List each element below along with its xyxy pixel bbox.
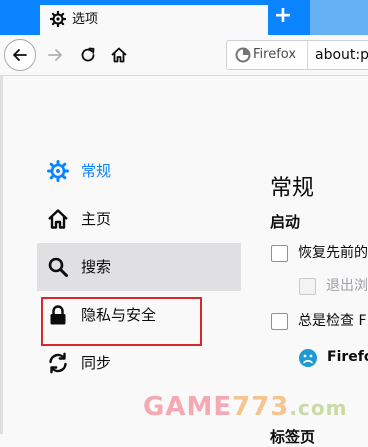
watermark-text-c: .com: [289, 396, 348, 420]
nav-bar: Firefox about:pr: [0, 35, 368, 76]
tab-strip-spacer: [0, 0, 40, 35]
gear-icon: [47, 160, 69, 182]
sad-face-icon: [299, 349, 317, 367]
warn-on-quit-checkbox[interactable]: [299, 278, 316, 295]
gear-icon: [50, 11, 66, 27]
page-title: 常规: [270, 175, 315, 201]
sidebar-item-general[interactable]: 常规: [37, 147, 241, 195]
firefox-logo-icon: [235, 47, 251, 63]
restore-session-checkbox[interactable]: [271, 245, 288, 262]
always-check-default-checkbox[interactable]: [271, 313, 288, 330]
home-button[interactable]: [110, 46, 128, 64]
url-bar[interactable]: Firefox about:pr: [226, 40, 368, 70]
sidebar-item-search[interactable]: 搜索: [37, 243, 241, 291]
warn-on-quit-label[interactable]: 退出浏: [326, 277, 368, 295]
identity-label: Firefox: [253, 47, 297, 62]
restore-session-label[interactable]: 恢复先前的: [298, 244, 368, 262]
identity-box[interactable]: Firefox: [227, 41, 308, 69]
default-browser-status: Firefox: [327, 349, 368, 365]
sidebar-item-sync[interactable]: 同步: [37, 339, 241, 387]
tabs-section-heading: 标签页: [270, 428, 316, 446]
url-text[interactable]: about:pr: [315, 47, 368, 63]
sync-icon: [49, 352, 67, 374]
sidebar-item-home[interactable]: 主页: [37, 195, 241, 243]
sidebar-item-label: 搜索: [81, 258, 112, 276]
tab-strip: 选项 × +: [0, 0, 368, 35]
sidebar-item-label: 同步: [81, 354, 112, 372]
window-edge: [0, 76, 3, 434]
watermark: GAME773.com: [143, 392, 347, 423]
watermark-text-a: GAME: [143, 392, 233, 422]
home-icon: [48, 209, 68, 229]
tab-options[interactable]: 选项 ×: [40, 3, 268, 35]
tab-title: 选项: [72, 12, 99, 27]
forward-button[interactable]: [46, 46, 64, 64]
reload-button[interactable]: [79, 46, 97, 64]
always-check-default-label[interactable]: 总是检查 F: [298, 312, 367, 330]
tab-close-button[interactable]: ×: [250, 11, 266, 27]
arrow-left-icon: [13, 49, 27, 61]
search-icon: [48, 257, 68, 277]
back-button[interactable]: [4, 39, 36, 71]
sidebar-item-label: 主页: [81, 210, 112, 228]
new-tab-button[interactable]: +: [272, 5, 294, 28]
sidebar-item-label: 常规: [81, 162, 112, 180]
startup-heading: 启动: [270, 213, 301, 231]
watermark-text-b: 773: [232, 392, 290, 422]
tab-strip-filler: [310, 0, 368, 35]
